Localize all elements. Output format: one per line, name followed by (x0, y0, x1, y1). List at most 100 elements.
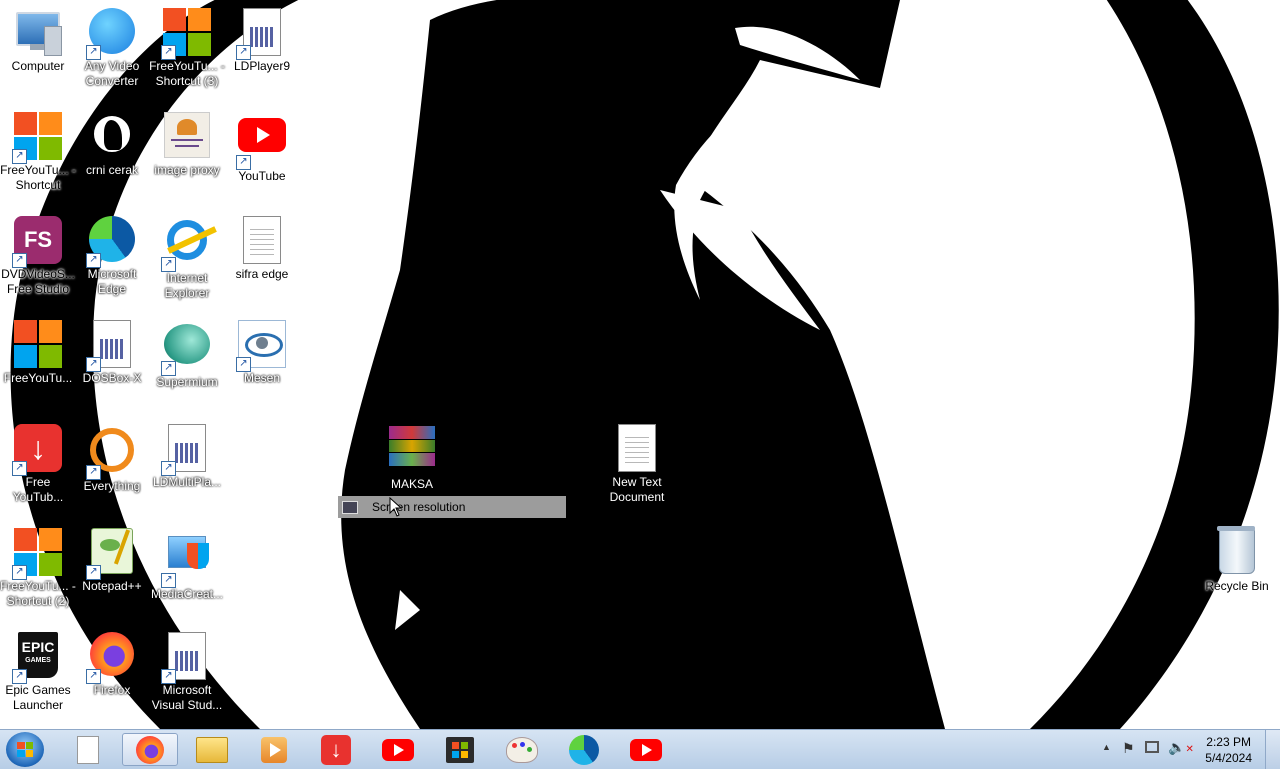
desktop-icon-free-studio[interactable]: FS ↗ DVDVideoS... Free Studio (0, 216, 76, 297)
taskbar: ↓ ▲ ⚑ 🔈✕ 2:23 PM 5/4/2024 (0, 729, 1280, 769)
desktop-icon-internet-explorer[interactable]: ↗ Internet Explorer (149, 216, 225, 301)
shortcut-arrow-icon: ↗ (86, 357, 101, 372)
winrar-archive-icon (388, 426, 436, 474)
shortcut-arrow-icon: ↗ (86, 465, 101, 480)
desktop-icon-ldmultiplayer[interactable]: ↗ LDMultiPla... (149, 424, 225, 490)
system-tray: ▲ ⚑ 🔈✕ 2:23 PM 5/4/2024 (1090, 730, 1280, 769)
desktop-icon-supermium[interactable]: ↗ Supermium (149, 320, 225, 390)
firefox-icon: ↗ (86, 632, 136, 684)
clock-date: 5/4/2024 (1205, 751, 1252, 765)
text-file-icon (613, 424, 661, 472)
desktop-icon-computer[interactable]: Computer (0, 8, 76, 74)
desktop-icon-label: sifra edge (235, 267, 289, 281)
shortcut-arrow-icon: ↗ (12, 565, 27, 580)
ldplayer-icon: ↗ (236, 8, 286, 60)
desktop-icon-new-text-document[interactable]: New Text Document (599, 424, 675, 505)
desktop-icon-firefox[interactable]: ↗ Firefox (74, 632, 150, 698)
shortcut-arrow-icon: ↗ (236, 155, 251, 170)
desktop-icon-dosbox-x[interactable]: ↗ DOSBox-X (74, 320, 150, 386)
desktop-icon-youtube[interactable]: ↗ YouTube (224, 112, 300, 184)
desktop-icon-media-creation-tool[interactable]: ↗ MediaCreat... (149, 528, 225, 602)
taskbar-edge[interactable] (556, 733, 612, 766)
media-player-icon (261, 736, 287, 763)
desktop-icon-crni-cerak[interactable]: crni cerak (74, 112, 150, 178)
screen-resolution-label: Screen resolution (372, 500, 466, 514)
desktop-icon-label: Epic Games Launcher (5, 683, 71, 712)
desktop-icon-label: crni cerak (85, 163, 138, 177)
taskbar-store[interactable] (432, 733, 488, 766)
desktop-icon-recycle-bin[interactable]: Recycle Bin (1199, 526, 1275, 594)
desktop-icon-label: FreeYouTu... - Shortcut (3) (149, 59, 225, 88)
network-icon[interactable] (1145, 741, 1159, 753)
computer-icon (14, 8, 62, 56)
desktop-icon-freeyoutube-shortcut-2[interactable]: ↗ FreeYouTu... - Shortcut (2) (0, 528, 76, 609)
freeyoutube-icon: ↗ (161, 8, 211, 60)
desktop-icon-notepadpp[interactable]: ↗ Notepad++ (74, 528, 150, 594)
shortcut-arrow-icon: ↗ (12, 253, 27, 268)
free-studio-icon: FS ↗ (12, 216, 62, 268)
taskbar-firefox[interactable] (122, 733, 178, 766)
shortcut-arrow-icon: ↗ (161, 361, 176, 376)
desktop-icon-label: Microsoft Visual Stud... (151, 683, 223, 712)
desktop-icon-everything[interactable]: ↗ Everything (74, 424, 150, 494)
desktop-icon-microsoft-edge[interactable]: ↗ Microsoft Edge (74, 216, 150, 297)
desktop-icon-label: Computer (11, 59, 65, 73)
clock[interactable]: 2:23 PM 5/4/2024 (1205, 734, 1252, 766)
media-creation-tool-icon: ↗ (161, 536, 211, 588)
desktop-icon-free-youtube-download[interactable]: ↓ ↗ Free YouTub... (0, 424, 76, 505)
taskbar-youtube[interactable] (370, 733, 426, 766)
freeyoutube-icon: ↗ (12, 112, 62, 164)
start-button[interactable] (6, 732, 44, 767)
desktop-icon-label: LDPlayer9 (233, 59, 291, 73)
internet-explorer-icon: ↗ (161, 220, 217, 272)
visual-studio-icon: ↗ (161, 632, 211, 684)
clock-time: 2:23 PM (1206, 735, 1251, 749)
shortcut-arrow-icon: ↗ (86, 565, 101, 580)
desktop-icon-label: FreeYouTu... - Shortcut (2) (0, 579, 76, 608)
supermium-icon: ↗ (161, 324, 211, 376)
shortcut-arrow-icon: ↗ (86, 669, 101, 684)
desktop-icon-maksa[interactable]: MAKSA (374, 424, 450, 492)
shortcut-arrow-icon: ↗ (12, 669, 27, 684)
desktop-icon-any-video-converter[interactable]: ↗ Any Video Converter (74, 8, 150, 89)
taskbar-file-explorer[interactable] (184, 733, 240, 766)
notepadpp-icon: ↗ (86, 528, 136, 580)
desktop-icon-ldplayer9[interactable]: ↗ LDPlayer9 (224, 8, 300, 74)
epic-games-icon: EPIC GAMES ↗ (12, 632, 62, 684)
desktop-icon-mesen[interactable]: ↗ Mesen (224, 320, 300, 386)
shortcut-arrow-icon: ↗ (236, 45, 251, 60)
show-desktop-button[interactable] (1265, 730, 1280, 769)
any-video-converter-icon: ↗ (86, 8, 136, 60)
action-center-flag-icon[interactable]: ⚑ (1122, 740, 1135, 757)
show-hidden-icons-icon[interactable]: ▲ (1102, 742, 1111, 752)
firefox-icon (136, 735, 164, 764)
desktop-icon-label: MediaCreat... (150, 587, 224, 601)
crow-image-icon (88, 112, 136, 160)
desktop-icon-image-proxy[interactable]: image proxy (149, 112, 225, 178)
paint-icon (506, 736, 538, 763)
shortcut-arrow-icon: ↗ (161, 669, 176, 684)
dosbox-icon: ↗ (86, 320, 136, 372)
desktop-icon-label: Supermium (156, 375, 218, 389)
taskbar-downloader[interactable]: ↓ (308, 733, 364, 766)
desktop-icon-sifra-edge[interactable]: sifra edge (224, 216, 300, 282)
screen-resolution-item[interactable]: Screen resolution (338, 496, 566, 518)
freeyoutube-icon: ↗ (12, 528, 62, 580)
desktop-icon-visual-studio[interactable]: ↗ Microsoft Visual Stud... (149, 632, 225, 713)
taskbar-blank-document[interactable] (60, 733, 116, 766)
download-icon: ↓ (321, 734, 351, 765)
desktop-icon-epic-games[interactable]: EPIC GAMES ↗ Epic Games Launcher (0, 632, 76, 713)
freeyoutube-icon (14, 320, 62, 368)
recycle-bin-icon (1213, 526, 1261, 576)
screen-resolution-icon (342, 500, 358, 514)
desktop-icon-freeyoutube-shortcut[interactable]: ↗ FreeYouTu... - Shortcut (0, 112, 76, 193)
taskbar-media-player[interactable] (246, 733, 302, 766)
desktop-icon-freeyoutube[interactable]: FreeYouTu... (0, 320, 76, 386)
desktop-icon-label: Firefox (93, 683, 131, 697)
volume-muted-icon[interactable]: 🔈✕ (1168, 739, 1194, 756)
desktop-icon-label: Free YouTub... (12, 475, 64, 504)
shortcut-arrow-icon: ↗ (236, 357, 251, 372)
taskbar-youtube-2[interactable] (618, 733, 674, 766)
desktop-icon-freeyoutube-shortcut-3[interactable]: ↗ FreeYouTu... - Shortcut (3) (149, 8, 225, 89)
taskbar-paint[interactable] (494, 733, 550, 766)
